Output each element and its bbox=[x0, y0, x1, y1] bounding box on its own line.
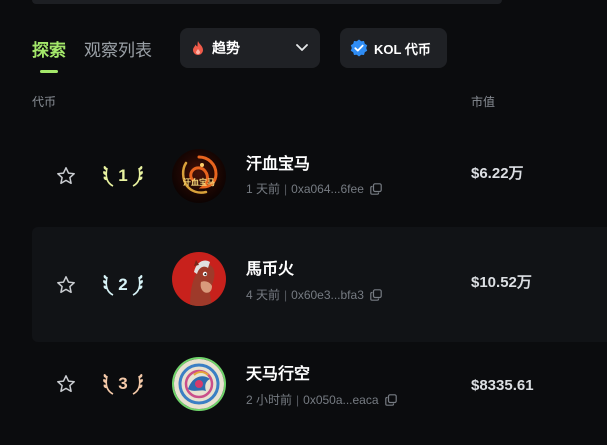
token-meta: 4 天前 | 0x60e3...bfa3 bbox=[246, 286, 382, 303]
copy-icon[interactable] bbox=[384, 393, 397, 406]
tab-watchlist[interactable]: 观察列表 bbox=[84, 36, 152, 61]
token-avatar[interactable]: 汗血宝马 bbox=[172, 149, 226, 203]
tab-bar: 探索 观察列表 bbox=[32, 28, 170, 73]
laurel-right-icon bbox=[132, 165, 143, 187]
laurel-right-icon bbox=[132, 374, 143, 395]
token-name[interactable]: 汗血宝马 bbox=[246, 150, 310, 174]
kol-token-button[interactable]: KOL 代币 bbox=[340, 28, 447, 68]
market-cap-value: $10.52万 bbox=[471, 274, 532, 291]
token-address: 0xa064...6fee bbox=[291, 181, 364, 196]
column-header-market-cap: 市值 bbox=[471, 95, 496, 109]
copy-icon[interactable] bbox=[370, 182, 382, 195]
star-icon[interactable] bbox=[56, 275, 76, 295]
token-avatar[interactable] bbox=[172, 252, 226, 306]
laurel-left-icon bbox=[103, 374, 114, 395]
trend-dropdown[interactable]: 趋势 bbox=[180, 28, 320, 68]
token-age: 4 天前 bbox=[246, 288, 281, 302]
tab-explore[interactable]: 探索 bbox=[32, 36, 66, 73]
token-address: 0x60e3...bfa3 bbox=[291, 287, 364, 302]
tab-watchlist-label: 观察列表 bbox=[84, 40, 152, 60]
token-name[interactable]: 天马行空 bbox=[246, 360, 310, 384]
star-icon[interactable] bbox=[56, 374, 76, 394]
token-meta: 2 小时前 | 0x050a...eaca bbox=[246, 391, 397, 408]
meta-separator: | bbox=[284, 287, 288, 302]
rank-badge: 3 bbox=[98, 371, 148, 397]
token-age: 1 天前 bbox=[246, 182, 281, 196]
kol-token-label: KOL 代币 bbox=[374, 41, 431, 57]
avatar-logo-text: 汗血宝马 bbox=[183, 177, 215, 187]
token-meta: 1 天前 | 0xa064...6fee bbox=[246, 180, 382, 197]
meta-separator: | bbox=[296, 392, 300, 407]
market-cap-value: $6.22万 bbox=[471, 165, 524, 182]
token-row[interactable]: 1 汗血宝马 汗血宝马 1 天前 | 0xa064...6fee $6.22万 bbox=[32, 118, 607, 233]
search-bar-edge bbox=[32, 0, 502, 4]
token-address: 0x050a...eaca bbox=[303, 392, 379, 407]
copy-icon[interactable] bbox=[370, 288, 382, 301]
token-avatar[interactable] bbox=[172, 357, 226, 411]
verified-badge-icon bbox=[350, 39, 368, 57]
tab-active-indicator bbox=[40, 69, 58, 73]
trend-dropdown-label: 趋势 bbox=[212, 40, 240, 56]
laurel-left-icon bbox=[103, 274, 114, 296]
rank-badge: 1 bbox=[98, 163, 148, 189]
token-row[interactable]: 3 天马行空 2 小时前 | 0x050a...eaca $8335.61 bbox=[32, 330, 607, 445]
token-name[interactable]: 馬币火 bbox=[246, 255, 294, 279]
star-icon[interactable] bbox=[56, 166, 76, 186]
token-age: 2 小时前 bbox=[246, 393, 293, 407]
laurel-right-icon bbox=[132, 274, 143, 296]
rank-badge: 2 bbox=[98, 272, 148, 298]
meta-separator: | bbox=[284, 181, 288, 196]
tab-explore-label: 探索 bbox=[32, 40, 66, 60]
market-cap-value: $8335.61 bbox=[471, 377, 534, 394]
laurel-left-icon bbox=[103, 165, 114, 187]
chevron-down-icon bbox=[296, 44, 308, 51]
column-header-token: 代币 bbox=[32, 95, 57, 109]
rank-number: 3 bbox=[118, 374, 128, 393]
flame-icon bbox=[193, 41, 203, 55]
rank-number: 1 bbox=[118, 165, 128, 185]
rank-number: 2 bbox=[118, 274, 128, 294]
token-row[interactable]: 2 馬币火 4 天前 | 0x60e3...bfa3 $10.52万 bbox=[32, 227, 607, 342]
